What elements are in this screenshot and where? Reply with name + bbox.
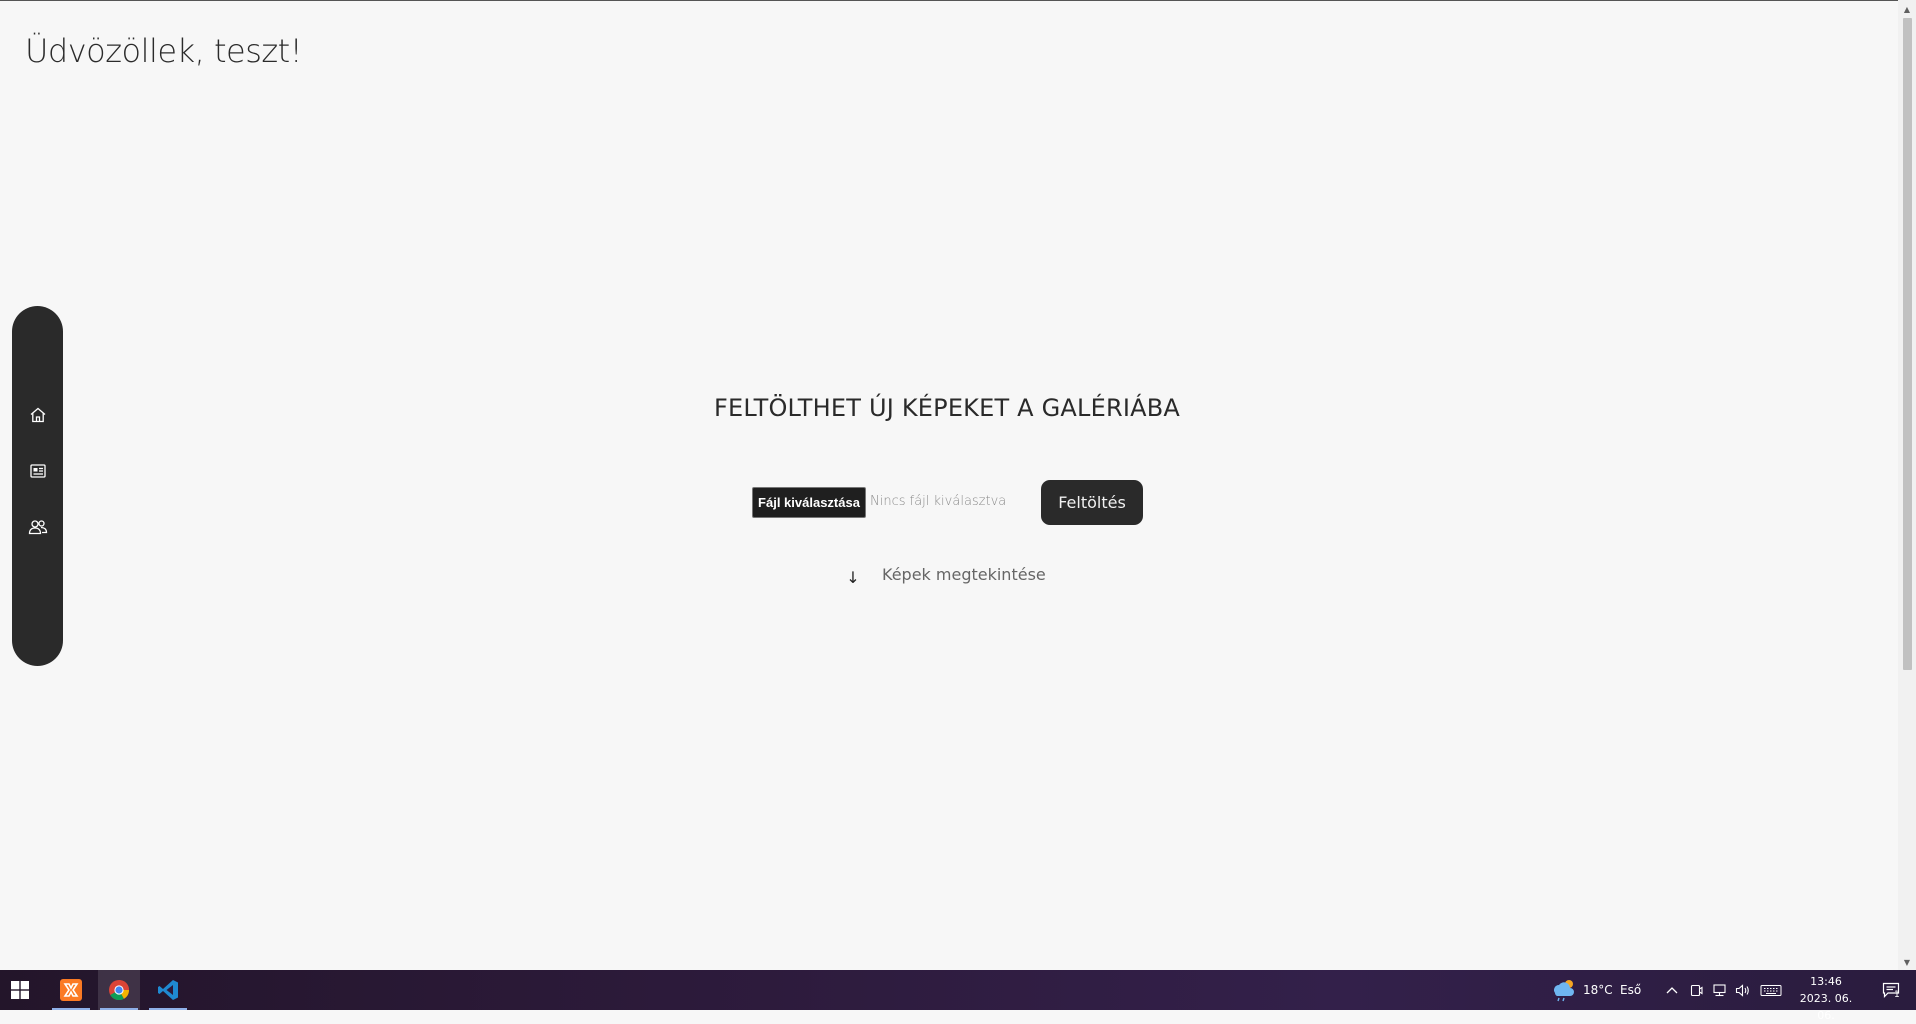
taskbar-vscode[interactable] [147, 970, 189, 1010]
no-file-selected-text: Nincs fájl kiválasztva [870, 494, 1007, 509]
weather-widget[interactable] [1548, 970, 1578, 1010]
start-button[interactable] [0, 970, 40, 1010]
volume-icon [1735, 983, 1749, 997]
tray-volume-button[interactable] [1734, 970, 1752, 1010]
clock-date: 2023. 06. 06. [1799, 992, 1853, 1022]
view-images-label: Képek megtekintése [882, 565, 1046, 584]
keyboard-icon [1760, 984, 1782, 996]
window-top-border [0, 0, 1898, 1]
windows-taskbar: 18°C Eső 13:46 2023. 06. 06. 1 [0, 970, 1916, 1022]
users-icon [28, 519, 47, 534]
weather-desc: Eső [1620, 983, 1642, 997]
tray-meet-icon-button[interactable] [1688, 970, 1704, 1010]
view-images-link[interactable]: ↓ Képek megtekintése [846, 565, 1046, 587]
welcome-heading: Üdvözöllek, teszt! [25, 32, 303, 70]
tray-network-button[interactable] [1710, 970, 1728, 1010]
weather-temp: 18°C [1583, 983, 1613, 997]
weather-rain-icon [1554, 980, 1574, 1002]
tray-keyboard-button[interactable] [1759, 970, 1783, 1010]
taskbar-chrome[interactable] [98, 970, 140, 1010]
vscode-icon [158, 980, 178, 1000]
clock-time: 13:46 [1810, 975, 1842, 988]
choose-file-button[interactable]: Fájl kiválasztása [752, 487, 866, 518]
sidebar-nav [12, 306, 63, 666]
scroll-up-arrow-icon[interactable]: ▲ [1898, 1, 1916, 17]
windows-logo-icon [11, 981, 29, 999]
notification-center-button[interactable]: 1 [1874, 970, 1908, 1010]
xampp-icon [60, 979, 82, 1001]
chrome-icon [109, 980, 130, 1001]
vertical-scrollbar[interactable]: ▲ ▼ [1898, 0, 1916, 970]
taskbar-xampp[interactable] [50, 970, 92, 1010]
network-icon [1712, 983, 1726, 996]
upload-button[interactable]: Feltöltés [1041, 480, 1143, 525]
camera-icon [1690, 984, 1703, 996]
sidebar-item-news[interactable] [24, 457, 51, 484]
sidebar-item-users[interactable] [24, 513, 51, 540]
chevron-up-icon [1666, 987, 1678, 994]
scrollbar-thumb[interactable] [1903, 18, 1912, 670]
show-hidden-icons[interactable] [1664, 970, 1680, 1010]
news-icon [29, 463, 46, 478]
notification-count-badge: 1 [1894, 990, 1900, 1000]
down-arrow-icon: ↓ [846, 568, 860, 587]
taskbar-clock[interactable]: 13:46 2023. 06. 06. [1790, 973, 1862, 1024]
scroll-down-arrow-icon[interactable]: ▼ [1898, 954, 1916, 970]
upload-title: FELTÖLTHET ÚJ KÉPEKET A GALÉRIÁBA [713, 394, 1181, 422]
